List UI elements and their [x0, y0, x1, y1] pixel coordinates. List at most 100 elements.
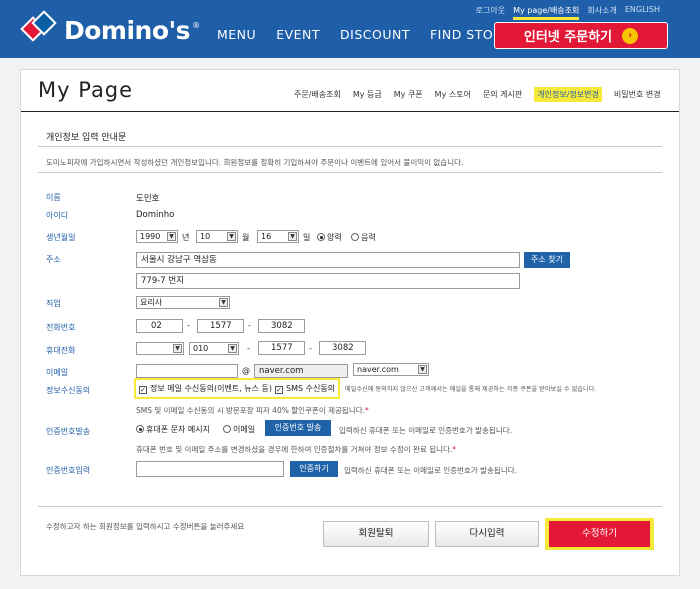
reset-button[interactable]: 다시입력 [435, 521, 539, 547]
calendar-solar-option[interactable]: 양력 [317, 232, 342, 243]
verify-button[interactable]: 인증하기 [290, 461, 338, 477]
consent-label: 정보수신동의 [46, 386, 91, 395]
phone-mid-input[interactable]: 1577 [197, 319, 244, 333]
subnav-coupon[interactable]: My 쿠폰 [394, 89, 423, 102]
subnav-orders[interactable]: 주문/배송조회 [294, 89, 341, 102]
mypage-link[interactable]: My page/배송조회 [513, 5, 580, 20]
subnav-board[interactable]: 문의 게시판 [483, 89, 522, 102]
phone-last-input[interactable]: 3082 [258, 319, 305, 333]
birth-label: 생년월일 [46, 233, 76, 242]
email-id-input[interactable] [136, 364, 238, 378]
logout-link[interactable]: 로그아웃 [476, 5, 505, 20]
online-order-button[interactable]: 인터넷 주문하기 › [494, 22, 668, 49]
logo-text: Domino's [64, 15, 191, 45]
page-title: My Page [38, 78, 134, 102]
form-divider [38, 146, 662, 147]
dash: - [187, 321, 190, 330]
subnav-password[interactable]: 비밀번호 변경 [614, 89, 661, 102]
auth-email-label: 이메일 [233, 425, 256, 434]
job-value: 요리사 [140, 298, 163, 307]
mobile-last-input[interactable]: 3082 [319, 341, 366, 355]
nav-menu[interactable]: MENU [217, 27, 256, 42]
dash: - [248, 321, 251, 330]
address-line1-input[interactable]: 서울시 강남구 역삼동 [136, 252, 520, 268]
auth-change-note-text: 휴대폰 번호 및 이메일 주소를 변경하셨을 경우에 한하여 인증절차를 거쳐야… [136, 445, 453, 454]
subnav-grade[interactable]: My 등급 [353, 89, 382, 102]
birth-year-value: 1990 [140, 232, 161, 241]
mobile-carrier-select[interactable]: ▼ [136, 342, 184, 355]
address-label: 주소 [46, 255, 61, 264]
mobile-mid-input[interactable]: 1577 [258, 341, 305, 355]
birth-year-select[interactable]: 1990 ▼ [136, 230, 178, 243]
email-domain-input[interactable]: naver.com [254, 364, 348, 378]
auth-email-option[interactable]: 이메일 [223, 424, 255, 435]
radio-selected-icon [136, 425, 144, 433]
top-utility-links: 로그아웃 My page/배송조회 회사소개 ENGLISH [476, 5, 660, 20]
title-divider [21, 111, 679, 112]
calendar-lunar-option[interactable]: 음력 [351, 232, 376, 243]
auth-input-label: 인증번호입력 [46, 466, 91, 475]
site-header: Domino's ® 로그아웃 My page/배송조회 회사소개 ENGLIS… [0, 0, 700, 58]
company-link[interactable]: 회사소개 [587, 5, 616, 20]
send-auth-code-button[interactable]: 인증번호 발송 [265, 420, 331, 436]
auth-phone-option[interactable]: 휴대폰 문자 메시지 [136, 424, 210, 435]
consent-sms-checkbox[interactable]: ✓ SMS 수신동의 [275, 383, 335, 394]
submit-button[interactable]: 수정하기 [549, 521, 650, 547]
chevron-down-icon: ▼ [167, 232, 176, 241]
id-value: Dominho [136, 210, 175, 220]
name-label: 이름 [46, 193, 61, 202]
main-nav: MENU EVENT DISCOUNT FIND STORE [217, 27, 531, 42]
form-divider [38, 172, 662, 173]
chevron-down-icon: ▼ [288, 232, 297, 241]
job-select[interactable]: 요리사 ▼ [136, 296, 230, 309]
chevron-down-icon: ▼ [227, 232, 236, 241]
phone-label: 전화번호 [46, 323, 76, 332]
birth-year-unit: 년 [182, 233, 190, 242]
english-link[interactable]: ENGLISH [625, 5, 660, 20]
auth-code-input[interactable] [136, 461, 284, 477]
dominos-logo[interactable]: Domino's ® [20, 10, 201, 48]
domino-tile-icon [20, 10, 58, 48]
required-star: * [365, 406, 369, 415]
birth-day-value: 16 [261, 232, 272, 241]
mypage-subnav: 주문/배송조회 My 등급 My 쿠폰 My 스토어 문의 게시판 개인정보/정… [294, 87, 673, 102]
birth-month-unit: 월 [242, 233, 250, 242]
auth-send-hint: 입력하신 휴대폰 또는 이메일로 인증번호가 발송됩니다. [339, 426, 513, 435]
radio-selected-icon [317, 233, 325, 241]
arrow-right-icon: › [622, 27, 639, 44]
subnav-store[interactable]: My 스토어 [435, 89, 471, 102]
form-title: 개인정보 입력 안내문 [46, 133, 127, 143]
required-star: * [452, 445, 457, 454]
birth-day-unit: 일 [303, 233, 311, 242]
subnav-profile-edit[interactable]: 개인정보/정보변경 [534, 87, 602, 102]
mobile-prefix-select[interactable]: 010 ▼ [189, 342, 239, 355]
chevron-down-icon: ▼ [219, 298, 228, 307]
bottom-divider [38, 506, 662, 507]
consent-email-label: 정보 메일 수신동의(이벤트, 뉴스 등) [150, 384, 272, 393]
form-description: 도미노피자에 가입하시면서 작성하셨던 개인정보입니다. 회원정보를 정확히 기… [46, 158, 464, 167]
chevron-down-icon: ▼ [418, 365, 427, 374]
withdraw-button[interactable]: 회원탈퇴 [323, 521, 429, 547]
nav-discount[interactable]: DISCOUNT [340, 27, 410, 42]
address-line2-input[interactable]: 779-7 번지 [136, 273, 520, 289]
dash: - [247, 344, 250, 353]
dash: - [309, 344, 312, 353]
find-address-button[interactable]: 주소 찾기 [524, 252, 570, 268]
mobile-label: 휴대전화 [46, 346, 76, 355]
auth-send-label: 인증번호발송 [46, 427, 91, 436]
birth-day-select[interactable]: 16 ▼ [257, 230, 299, 243]
page-root: Domino's ® 로그아웃 My page/배송조회 회사소개 ENGLIS… [0, 0, 700, 589]
birth-month-select[interactable]: 10 ▼ [196, 230, 238, 243]
consent-email-checkbox[interactable]: ✓ 정보 메일 수신동의(이벤트, 뉴스 등) [139, 383, 272, 394]
consent-coupon-note-text: SMS 및 이메일 수신동의 시 방문포장 피자 40% 할인쿠폰이 제공됩니다… [136, 406, 366, 415]
registered-mark: ® [192, 20, 201, 30]
email-domain-select[interactable]: naver.com ▼ [353, 363, 429, 376]
phone-area-input[interactable]: 02 [136, 319, 183, 333]
chevron-down-icon: ▼ [228, 344, 237, 353]
email-domain-select-value: naver.com [357, 365, 399, 374]
checkbox-checked-icon: ✓ [275, 386, 283, 394]
mypage-card: My Page 주문/배송조회 My 등급 My 쿠폰 My 스토어 문의 게시… [20, 69, 680, 576]
nav-event[interactable]: EVENT [276, 27, 320, 42]
radio-icon [351, 233, 359, 241]
birth-month-value: 10 [200, 232, 211, 241]
